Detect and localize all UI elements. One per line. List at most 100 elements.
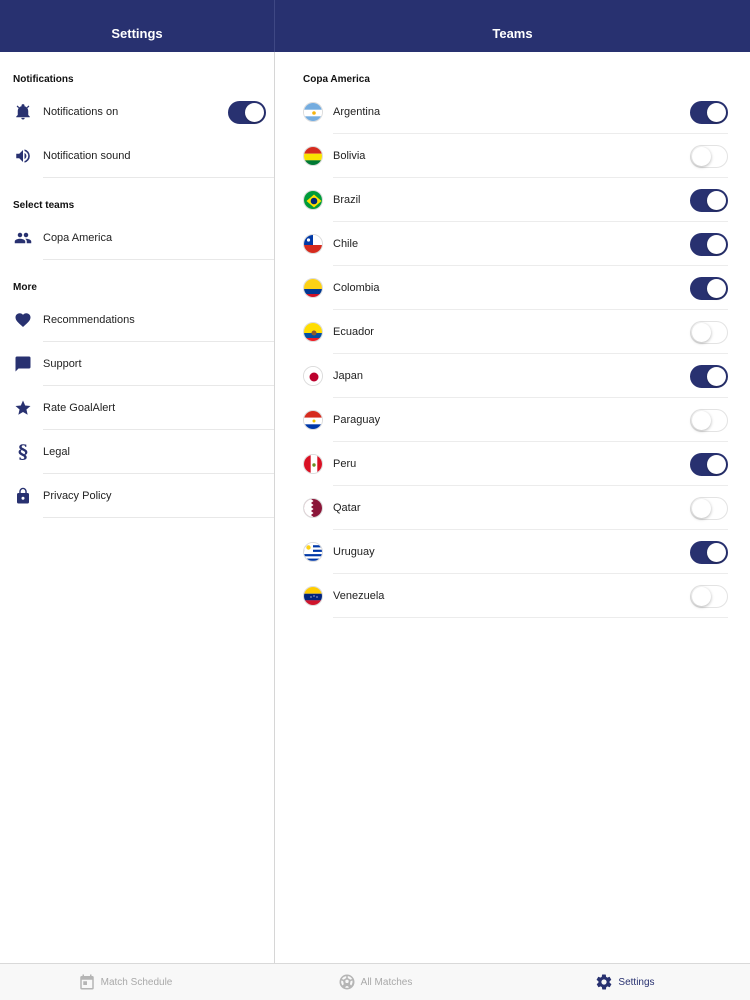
toggle-knob bbox=[707, 454, 726, 474]
team-name: Colombia bbox=[333, 282, 380, 294]
bell-icon bbox=[13, 102, 33, 122]
tab-match-schedule[interactable]: Match Schedule bbox=[0, 964, 250, 1000]
tab-label: All Matches bbox=[360, 976, 413, 988]
copa-america-label: Copa America bbox=[43, 232, 113, 244]
peru-flag-icon bbox=[303, 454, 323, 474]
navigation-header: Settings Teams bbox=[0, 0, 750, 52]
qatar-toggle[interactable] bbox=[690, 496, 728, 520]
chile-toggle[interactable] bbox=[690, 232, 728, 256]
team-row-uruguay: Uruguay bbox=[276, 530, 750, 574]
brazil-flag-icon bbox=[303, 190, 323, 210]
more-heading: More bbox=[13, 282, 37, 293]
team-name: Uruguay bbox=[333, 546, 375, 558]
paraguay-toggle[interactable] bbox=[690, 408, 728, 432]
team-name: Peru bbox=[333, 458, 357, 470]
chat-icon bbox=[13, 354, 33, 374]
japan-flag-icon bbox=[303, 366, 323, 386]
people-icon bbox=[13, 228, 33, 248]
argentina-flag-icon bbox=[303, 102, 323, 122]
toggle-knob bbox=[692, 586, 711, 606]
venezuela-toggle[interactable] bbox=[690, 584, 728, 608]
peru-toggle[interactable] bbox=[690, 452, 728, 476]
team-row-colombia: Colombia bbox=[276, 266, 750, 310]
qatar-flag-icon bbox=[303, 498, 323, 518]
notification-sound-row[interactable]: Notification sound bbox=[0, 134, 274, 178]
teams-title: Teams bbox=[492, 25, 533, 41]
toggle-knob bbox=[707, 190, 726, 210]
rate-goalalert-row[interactable]: Rate GoalAlert bbox=[0, 386, 274, 430]
team-row-peru: Peru bbox=[276, 442, 750, 486]
tab-settings[interactable]: Settings bbox=[500, 964, 750, 1000]
legal-row[interactable]: § Legal bbox=[0, 430, 274, 474]
section-icon: § bbox=[18, 441, 28, 463]
venezuela-flag-icon bbox=[303, 586, 323, 606]
heart-icon bbox=[13, 310, 33, 330]
brazil-toggle[interactable] bbox=[690, 188, 728, 212]
tab-all-matches[interactable]: All Matches bbox=[250, 964, 500, 1000]
legal-label: Legal bbox=[43, 446, 70, 458]
team-row-venezuela: Venezuela bbox=[276, 574, 750, 618]
settings-pane: Notifications Notifications on Notificat… bbox=[0, 52, 275, 963]
toggle-knob bbox=[245, 102, 264, 122]
argentina-toggle[interactable] bbox=[690, 100, 728, 124]
bolivia-toggle[interactable] bbox=[690, 144, 728, 168]
recommendations-row[interactable]: Recommendations bbox=[0, 298, 274, 342]
team-row-brazil: Brazil bbox=[276, 178, 750, 222]
select-teams-heading: Select teams bbox=[13, 200, 75, 211]
support-row[interactable]: Support bbox=[0, 342, 274, 386]
toggle-knob bbox=[692, 322, 711, 342]
team-name: Qatar bbox=[333, 502, 361, 514]
toggle-knob bbox=[692, 498, 711, 518]
app-root: Settings Teams Notifications Notificatio… bbox=[0, 0, 750, 1000]
support-label: Support bbox=[43, 358, 82, 370]
settings-title: Settings bbox=[0, 0, 275, 52]
toggle-knob bbox=[707, 366, 726, 386]
team-name: Venezuela bbox=[333, 590, 385, 602]
team-name: Bolivia bbox=[333, 150, 366, 162]
notifications-on-row: Notifications on bbox=[0, 90, 274, 134]
team-name: Paraguay bbox=[333, 414, 381, 426]
privacy-policy-label: Privacy Policy bbox=[43, 490, 112, 502]
privacy-policy-row[interactable]: Privacy Policy bbox=[0, 474, 274, 518]
colombia-toggle[interactable] bbox=[690, 276, 728, 300]
gear-icon bbox=[595, 973, 613, 991]
toggle-knob bbox=[707, 542, 726, 562]
team-row-paraguay: Paraguay bbox=[276, 398, 750, 442]
star-icon bbox=[13, 398, 33, 418]
team-name: Argentina bbox=[333, 106, 381, 118]
copa-america-row[interactable]: Copa America bbox=[0, 216, 274, 260]
team-name: Japan bbox=[333, 370, 363, 382]
team-name: Chile bbox=[333, 238, 359, 250]
bolivia-flag-icon bbox=[303, 146, 323, 166]
speaker-icon bbox=[13, 146, 33, 166]
recommendations-label: Recommendations bbox=[43, 314, 135, 326]
toggle-knob bbox=[692, 146, 711, 166]
chile-flag-icon bbox=[303, 234, 323, 254]
teams-pane: Copa America Argentina Bolivia Brazil Ch… bbox=[276, 52, 750, 963]
team-row-chile: Chile bbox=[276, 222, 750, 266]
toggle-knob bbox=[707, 102, 726, 122]
notification-sound-label: Notification sound bbox=[43, 150, 131, 162]
notifications-on-label: Notifications on bbox=[43, 106, 119, 118]
tab-bar: Match Schedule All Matches Settings bbox=[0, 963, 750, 1000]
calendar-icon bbox=[78, 973, 96, 991]
team-row-ecuador: Ecuador bbox=[276, 310, 750, 354]
tab-label: Settings bbox=[618, 976, 655, 988]
team-row-japan: Japan bbox=[276, 354, 750, 398]
team-row-bolivia: Bolivia bbox=[276, 134, 750, 178]
tab-label: Match Schedule bbox=[100, 976, 173, 988]
ecuador-flag-icon bbox=[303, 322, 323, 342]
uruguay-flag-icon bbox=[303, 542, 323, 562]
japan-toggle[interactable] bbox=[690, 364, 728, 388]
notifications-heading: Notifications bbox=[13, 74, 74, 85]
team-name: Ecuador bbox=[333, 326, 374, 338]
toggle-knob bbox=[707, 278, 726, 298]
notifications-on-toggle[interactable] bbox=[228, 100, 266, 124]
ecuador-toggle[interactable] bbox=[690, 320, 728, 344]
soccer-ball-icon bbox=[338, 973, 356, 991]
toggle-knob bbox=[692, 410, 711, 430]
team-row-argentina: Argentina bbox=[276, 90, 750, 134]
team-name: Brazil bbox=[333, 194, 361, 206]
toggle-knob bbox=[707, 234, 726, 254]
uruguay-toggle[interactable] bbox=[690, 540, 728, 564]
